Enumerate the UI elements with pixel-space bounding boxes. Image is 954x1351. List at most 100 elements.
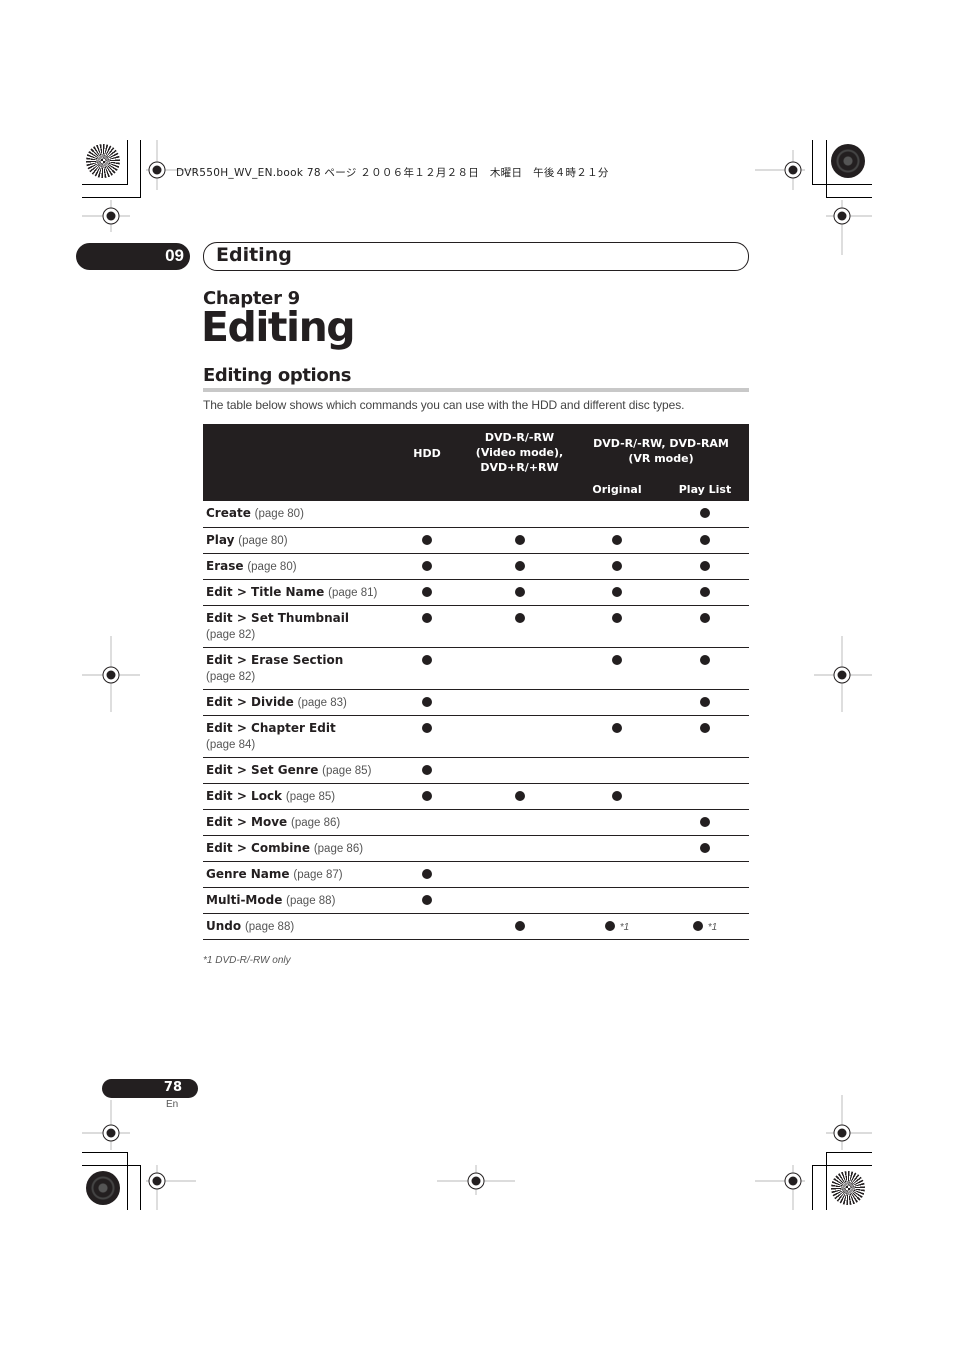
crop-mark <box>826 1152 872 1153</box>
command-cell: Edit > Set Thumbnail (page 82) <box>203 605 388 648</box>
command-cell: Edit > Lock (page 85) <box>203 783 388 810</box>
table-row: Edit > Move (page 86) <box>203 809 749 836</box>
support-cell-playlist <box>661 501 749 528</box>
support-cell-video <box>466 553 573 580</box>
command-name: Play <box>206 532 235 547</box>
command-cell: Multi-Mode (page 88) <box>203 887 388 914</box>
page-title: Editing <box>201 303 356 351</box>
supported-dot-icon <box>700 696 710 707</box>
supported-dot-icon <box>612 654 622 665</box>
header-vr-mode-line1: DVD-R/-RW, DVD-RAM <box>593 437 729 450</box>
table-row: Edit > Chapter Edit (page 84) <box>203 715 749 758</box>
crop-mark <box>140 1165 141 1210</box>
page-number-tab: 78 <box>102 1079 198 1098</box>
support-cell-hdd <box>388 835 466 862</box>
support-cell-original <box>573 647 661 690</box>
header-blank <box>203 424 388 478</box>
registration-disc-icon <box>831 144 865 178</box>
support-cell-video <box>466 689 573 716</box>
footnote-marker: *1 <box>707 921 718 933</box>
support-cell-hdd <box>388 527 466 554</box>
page-reference: (page 82) <box>206 670 256 683</box>
crop-mark <box>127 140 128 185</box>
support-cell-playlist: *1 <box>661 913 749 940</box>
language-label: En <box>166 1099 179 1110</box>
page-reference: (page 80) <box>247 560 297 573</box>
support-cell-playlist <box>661 579 749 606</box>
command-cell: Edit > Move (page 86) <box>203 809 388 836</box>
header-blank <box>388 478 466 501</box>
page-reference: (page 87) <box>293 868 343 881</box>
page-reference: (page 86) <box>291 816 341 829</box>
supported-dot-icon <box>612 586 622 597</box>
command-name: Edit > Divide <box>206 694 294 709</box>
page-reference: (page 88) <box>286 894 336 907</box>
table-row: Erase (page 80) <box>203 553 749 580</box>
crop-mark <box>82 197 140 198</box>
support-cell-original: *1 <box>573 913 661 940</box>
supported-dot-icon <box>422 696 432 707</box>
support-cell-video <box>466 647 573 690</box>
supported-dot-icon <box>514 560 525 571</box>
command-cell: Create (page 80) <box>203 501 388 528</box>
support-cell-video <box>466 579 573 606</box>
table-row: Edit > Set Genre (page 85) <box>203 757 749 784</box>
support-cell-original <box>573 809 661 836</box>
header-video-mode-line3: DVD+R/+RW <box>480 460 559 474</box>
page-reference: (page 88) <box>244 920 295 933</box>
support-cell-original <box>573 757 661 784</box>
support-cell-original <box>573 605 661 648</box>
table-row: Create (page 80) <box>203 501 749 528</box>
support-cell-playlist <box>661 553 749 580</box>
support-cell-playlist <box>661 861 749 888</box>
chapter-number-tab: 09 <box>76 243 190 270</box>
header-blank <box>466 478 573 501</box>
header-original: Original <box>573 478 661 501</box>
header-play-list: Play List <box>661 478 749 501</box>
support-cell-hdd <box>388 861 466 888</box>
crop-mark <box>826 1152 827 1210</box>
supported-dot-icon <box>422 654 432 665</box>
support-cell-playlist <box>661 689 749 716</box>
support-cell-original <box>573 887 661 914</box>
support-cell-playlist <box>661 527 749 554</box>
support-cell-video <box>466 913 573 940</box>
command-cell: Edit > Erase Section (page 82) <box>203 647 388 690</box>
command-cell: Edit > Title Name (page 81) <box>203 579 388 606</box>
table-row: Play (page 80) <box>203 527 749 554</box>
support-cell-playlist <box>661 887 749 914</box>
header-hdd: HDD <box>388 424 466 478</box>
supported-dot-icon <box>422 722 432 733</box>
crop-mark <box>826 140 827 198</box>
print-header: DVR550H_WV_EN.book 78 ページ ２００６年１２月２８日 木曜… <box>176 167 609 179</box>
support-cell-original <box>573 527 661 554</box>
supported-dot-icon <box>700 722 710 733</box>
supported-dot-icon <box>612 722 622 733</box>
table-row: Edit > Combine (page 86) <box>203 835 749 862</box>
chapter-title-tab: Editing <box>203 242 749 271</box>
support-cell-playlist <box>661 757 749 784</box>
support-cell-original <box>573 783 661 810</box>
command-cell: Edit > Divide (page 83) <box>203 689 388 716</box>
page-reference: (page 86) <box>313 842 364 855</box>
page-reference: (page 83) <box>297 696 347 709</box>
support-cell-hdd <box>388 715 466 758</box>
supported-dot-icon <box>422 894 432 905</box>
supported-dot-icon <box>422 612 432 623</box>
supported-dot-icon <box>700 508 710 518</box>
section-title: Editing options <box>203 365 352 386</box>
command-name: Edit > Title Name <box>206 584 325 599</box>
table-row: Edit > Erase Section (page 82) <box>203 647 749 690</box>
crop-mark <box>82 184 128 185</box>
support-cell-original <box>573 579 661 606</box>
supported-dot-icon <box>612 534 622 545</box>
table-row: Edit > Divide (page 83) <box>203 689 749 716</box>
crop-mark <box>82 1165 140 1166</box>
command-cell: Erase (page 80) <box>203 553 388 580</box>
table-row: Edit > Lock (page 85) <box>203 783 749 810</box>
supported-dot-icon <box>612 560 622 571</box>
footnote-marker: *1 <box>619 921 630 933</box>
support-cell-video <box>466 527 573 554</box>
support-cell-hdd <box>388 809 466 836</box>
page-reference: (page 80) <box>238 534 288 547</box>
